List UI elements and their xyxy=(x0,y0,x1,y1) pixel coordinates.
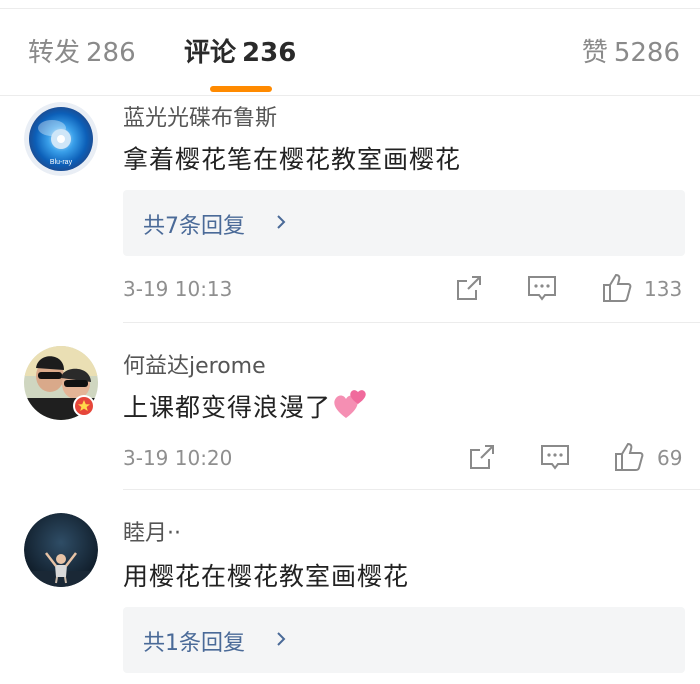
couple-photo-avatar[interactable] xyxy=(24,346,98,420)
comment-time: 3-19 10:20 xyxy=(123,446,233,470)
view-replies-button[interactable]: 共1条回复 xyxy=(123,607,685,673)
comment-username[interactable]: 蓝光光碟布鲁斯 xyxy=(123,100,277,132)
thumbs-up-icon[interactable] xyxy=(600,271,634,305)
comment-icon[interactable] xyxy=(538,440,572,474)
comment-divider xyxy=(123,489,700,490)
comment-username[interactable]: 睦月·· xyxy=(123,515,181,547)
comment-time: 3-19 10:13 xyxy=(123,277,233,301)
tabs-divider xyxy=(0,95,700,96)
person-night-avatar[interactable] xyxy=(24,513,98,587)
active-tab-indicator xyxy=(210,86,272,92)
tab-reposts-count: 286 xyxy=(86,38,136,68)
comment-icon[interactable] xyxy=(525,271,559,305)
tab-comments-label: 评论 xyxy=(184,38,237,68)
comment-text: 用樱花在樱花教室画樱花 xyxy=(123,562,410,591)
share-icon[interactable] xyxy=(452,271,486,305)
tab-likes-count: 5286 xyxy=(613,38,680,68)
top-divider xyxy=(0,8,700,9)
comment-username[interactable]: 何益达jerome xyxy=(123,348,266,380)
svg-text:Blu-ray: Blu-ray xyxy=(50,159,73,166)
reply-summary: 共7条回复 xyxy=(143,214,245,239)
like-count: 69 xyxy=(657,446,683,470)
tab-reposts-label: 转发 xyxy=(28,38,81,68)
thumbs-up-icon[interactable] xyxy=(612,440,646,474)
tab-comments-count: 236 xyxy=(242,38,297,68)
chevron-right-icon xyxy=(277,215,286,229)
comment-text: 拿着樱花笔在樱花教室画樱花 xyxy=(123,145,462,174)
tab-likes[interactable]: 赞 5286 xyxy=(582,36,680,70)
view-replies-button[interactable]: 共7条回复 xyxy=(123,190,685,256)
comment-divider xyxy=(123,322,700,323)
reply-summary: 共1条回复 xyxy=(143,631,245,656)
comment-text-body: 上课都变得浪漫了 xyxy=(123,393,332,422)
chevron-right-icon xyxy=(277,632,286,646)
two-hearts-emoji xyxy=(334,390,366,418)
bluray-disc-icon[interactable]: Blu-ray xyxy=(24,102,98,176)
like-count: 133 xyxy=(644,277,683,301)
comment-text: 上课都变得浪漫了 xyxy=(123,388,367,424)
tab-likes-label: 赞 xyxy=(581,38,608,68)
share-icon[interactable] xyxy=(465,440,499,474)
comment-meta: 3-19 10:13 133 xyxy=(0,271,700,307)
comment-meta: 3-19 10:20 69 xyxy=(0,440,700,476)
tab-bar: 转发 286 评论 236 赞 5286 xyxy=(0,20,700,96)
tab-reposts[interactable]: 转发 286 xyxy=(28,36,136,70)
